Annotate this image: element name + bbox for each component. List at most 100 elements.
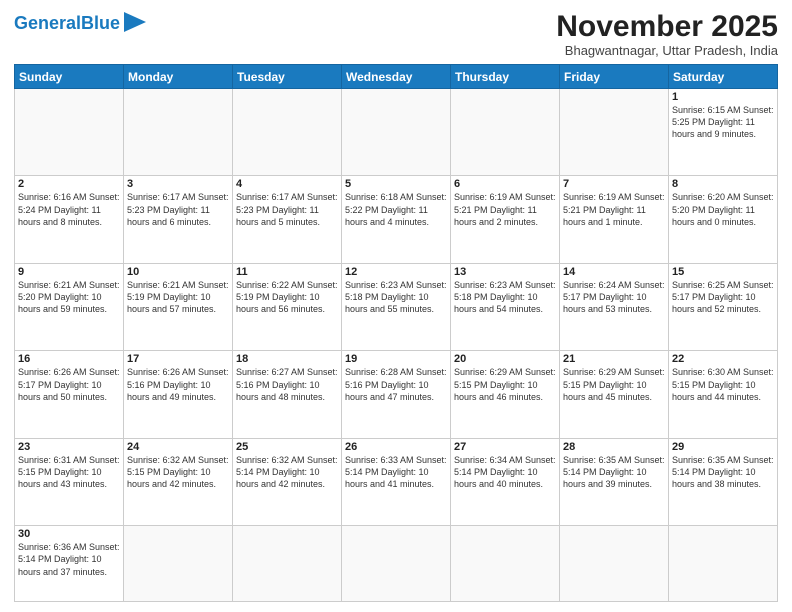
day-info: Sunrise: 6:34 AM Sunset: 5:14 PM Dayligh… bbox=[454, 455, 556, 489]
table-row: 3 Sunrise: 6:17 AM Sunset: 5:23 PM Daylig… bbox=[124, 176, 233, 263]
day-info: Sunrise: 6:21 AM Sunset: 5:19 PM Dayligh… bbox=[127, 280, 229, 314]
table-row: 14Sunrise: 6:24 AM Sunset: 5:17 PM Dayli… bbox=[560, 263, 669, 350]
logo-area: GeneralBlue bbox=[14, 10, 146, 37]
table-row: 30Sunrise: 6:36 AM Sunset: 5:14 PM Dayli… bbox=[15, 526, 124, 602]
day-info: Sunrise: 6:24 AM Sunset: 5:17 PM Dayligh… bbox=[563, 280, 665, 314]
day-info: Sunrise: 6:17 AM Sunset: 5:23 PM Dayligh… bbox=[236, 192, 338, 226]
day-number: 8 bbox=[672, 178, 774, 190]
day-info: Sunrise: 6:19 AM Sunset: 5:21 PM Dayligh… bbox=[563, 192, 665, 226]
day-number: 16 bbox=[18, 353, 120, 365]
day-number: 7 bbox=[563, 178, 665, 190]
day-number: 13 bbox=[454, 266, 556, 278]
day-info: Sunrise: 6:26 AM Sunset: 5:16 PM Dayligh… bbox=[127, 367, 229, 401]
table-row: 5Sunrise: 6:18 AM Sunset: 5:22 PM Daylig… bbox=[342, 176, 451, 263]
table-row: 9 Sunrise: 6:21 AM Sunset: 5:20 PM Daylig… bbox=[15, 263, 124, 350]
page: GeneralBlue November 2025 Bhagwantnagar,… bbox=[0, 0, 792, 612]
day-info: Sunrise: 6:16 AM Sunset: 5:24 PM Dayligh… bbox=[18, 192, 120, 226]
subtitle: Bhagwantnagar, Uttar Pradesh, India bbox=[556, 43, 778, 58]
day-info: Sunrise: 6:21 AM Sunset: 5:20 PM Dayligh… bbox=[18, 280, 120, 314]
table-row: 11Sunrise: 6:22 AM Sunset: 5:19 PM Dayli… bbox=[233, 263, 342, 350]
logo-blue: Blue bbox=[81, 13, 120, 33]
day-info: Sunrise: 6:27 AM Sunset: 5:16 PM Dayligh… bbox=[236, 367, 338, 401]
col-thursday: Thursday bbox=[451, 65, 560, 89]
table-row: 19Sunrise: 6:28 AM Sunset: 5:16 PM Dayli… bbox=[342, 351, 451, 438]
table-row: 18Sunrise: 6:27 AM Sunset: 5:16 PM Dayli… bbox=[233, 351, 342, 438]
table-row bbox=[233, 526, 342, 602]
table-row: 1 Sunrise: 6:15 AM Sunset: 5:25 PM Daylig… bbox=[669, 89, 778, 176]
table-row: 17 Sunrise: 6:26 AM Sunset: 5:16 PM Dayli… bbox=[124, 351, 233, 438]
day-number: 2 bbox=[18, 178, 120, 190]
day-number: 17 bbox=[127, 353, 229, 365]
col-wednesday: Wednesday bbox=[342, 65, 451, 89]
table-row bbox=[342, 89, 451, 176]
table-row: 27 Sunrise: 6:34 AM Sunset: 5:14 PM Dayli… bbox=[451, 438, 560, 525]
table-row: 20 Sunrise: 6:29 AM Sunset: 5:15 PM Dayli… bbox=[451, 351, 560, 438]
day-info: Sunrise: 6:30 AM Sunset: 5:15 PM Dayligh… bbox=[672, 367, 774, 401]
day-info: Sunrise: 6:15 AM Sunset: 5:25 PM Dayligh… bbox=[672, 105, 774, 139]
table-row: 15 Sunrise: 6:25 AM Sunset: 5:17 PM Dayli… bbox=[669, 263, 778, 350]
logo-general: General bbox=[14, 13, 81, 33]
table-row bbox=[124, 89, 233, 176]
day-info: Sunrise: 6:20 AM Sunset: 5:20 PM Dayligh… bbox=[672, 192, 774, 226]
day-number: 11 bbox=[236, 266, 338, 278]
day-info: Sunrise: 6:23 AM Sunset: 5:18 PM Dayligh… bbox=[454, 280, 556, 314]
table-row: 25Sunrise: 6:32 AM Sunset: 5:14 PM Dayli… bbox=[233, 438, 342, 525]
table-row: 10 Sunrise: 6:21 AM Sunset: 5:19 PM Dayli… bbox=[124, 263, 233, 350]
logo-triangle-icon bbox=[124, 12, 146, 32]
day-info: Sunrise: 6:31 AM Sunset: 5:15 PM Dayligh… bbox=[18, 455, 120, 489]
table-row: 24Sunrise: 6:32 AM Sunset: 5:15 PM Dayli… bbox=[124, 438, 233, 525]
table-row bbox=[560, 526, 669, 602]
day-info: Sunrise: 6:26 AM Sunset: 5:17 PM Dayligh… bbox=[18, 367, 120, 401]
calendar-table: Sunday Monday Tuesday Wednesday Thursday… bbox=[14, 64, 778, 602]
col-sunday: Sunday bbox=[15, 65, 124, 89]
day-number: 29 bbox=[672, 441, 774, 453]
day-info: Sunrise: 6:17 AM Sunset: 5:23 PM Dayligh… bbox=[127, 192, 229, 226]
day-info: Sunrise: 6:33 AM Sunset: 5:14 PM Dayligh… bbox=[345, 455, 447, 489]
day-number: 6 bbox=[454, 178, 556, 190]
table-row bbox=[560, 89, 669, 176]
col-saturday: Saturday bbox=[669, 65, 778, 89]
title-area: November 2025 Bhagwantnagar, Uttar Prade… bbox=[556, 10, 778, 58]
table-row bbox=[124, 526, 233, 602]
table-row: 4 Sunrise: 6:17 AM Sunset: 5:23 PM Daylig… bbox=[233, 176, 342, 263]
day-info: Sunrise: 6:29 AM Sunset: 5:15 PM Dayligh… bbox=[454, 367, 556, 401]
table-row bbox=[342, 526, 451, 602]
table-row: 12 Sunrise: 6:23 AM Sunset: 5:18 PM Dayli… bbox=[342, 263, 451, 350]
day-info: Sunrise: 6:23 AM Sunset: 5:18 PM Dayligh… bbox=[345, 280, 447, 314]
day-info: Sunrise: 6:19 AM Sunset: 5:21 PM Dayligh… bbox=[454, 192, 556, 226]
day-info: Sunrise: 6:36 AM Sunset: 5:14 PM Dayligh… bbox=[18, 542, 120, 576]
table-row: 7 Sunrise: 6:19 AM Sunset: 5:21 PM Daylig… bbox=[560, 176, 669, 263]
calendar-header-row: Sunday Monday Tuesday Wednesday Thursday… bbox=[15, 65, 778, 89]
day-number: 4 bbox=[236, 178, 338, 190]
day-number: 25 bbox=[236, 441, 338, 453]
day-info: Sunrise: 6:35 AM Sunset: 5:14 PM Dayligh… bbox=[563, 455, 665, 489]
day-number: 1 bbox=[672, 91, 774, 103]
day-number: 21 bbox=[563, 353, 665, 365]
table-row: 13 Sunrise: 6:23 AM Sunset: 5:18 PM Dayli… bbox=[451, 263, 560, 350]
table-row: 16 Sunrise: 6:26 AM Sunset: 5:17 PM Dayli… bbox=[15, 351, 124, 438]
day-number: 5 bbox=[345, 178, 447, 190]
day-info: Sunrise: 6:25 AM Sunset: 5:17 PM Dayligh… bbox=[672, 280, 774, 314]
table-row: 21 Sunrise: 6:29 AM Sunset: 5:15 PM Dayli… bbox=[560, 351, 669, 438]
table-row: 28Sunrise: 6:35 AM Sunset: 5:14 PM Dayli… bbox=[560, 438, 669, 525]
day-info: Sunrise: 6:35 AM Sunset: 5:14 PM Dayligh… bbox=[672, 455, 774, 489]
day-number: 10 bbox=[127, 266, 229, 278]
day-number: 3 bbox=[127, 178, 229, 190]
col-tuesday: Tuesday bbox=[233, 65, 342, 89]
table-row bbox=[15, 89, 124, 176]
day-number: 12 bbox=[345, 266, 447, 278]
day-number: 15 bbox=[672, 266, 774, 278]
day-number: 9 bbox=[18, 266, 120, 278]
day-number: 22 bbox=[672, 353, 774, 365]
day-number: 24 bbox=[127, 441, 229, 453]
logo-text: GeneralBlue bbox=[14, 14, 120, 34]
day-number: 26 bbox=[345, 441, 447, 453]
day-number: 19 bbox=[345, 353, 447, 365]
col-friday: Friday bbox=[560, 65, 669, 89]
table-row bbox=[233, 89, 342, 176]
day-info: Sunrise: 6:29 AM Sunset: 5:15 PM Dayligh… bbox=[563, 367, 665, 401]
day-number: 20 bbox=[454, 353, 556, 365]
table-row: 29 Sunrise: 6:35 AM Sunset: 5:14 PM Dayli… bbox=[669, 438, 778, 525]
day-number: 27 bbox=[454, 441, 556, 453]
table-row: 22 Sunrise: 6:30 AM Sunset: 5:15 PM Dayli… bbox=[669, 351, 778, 438]
